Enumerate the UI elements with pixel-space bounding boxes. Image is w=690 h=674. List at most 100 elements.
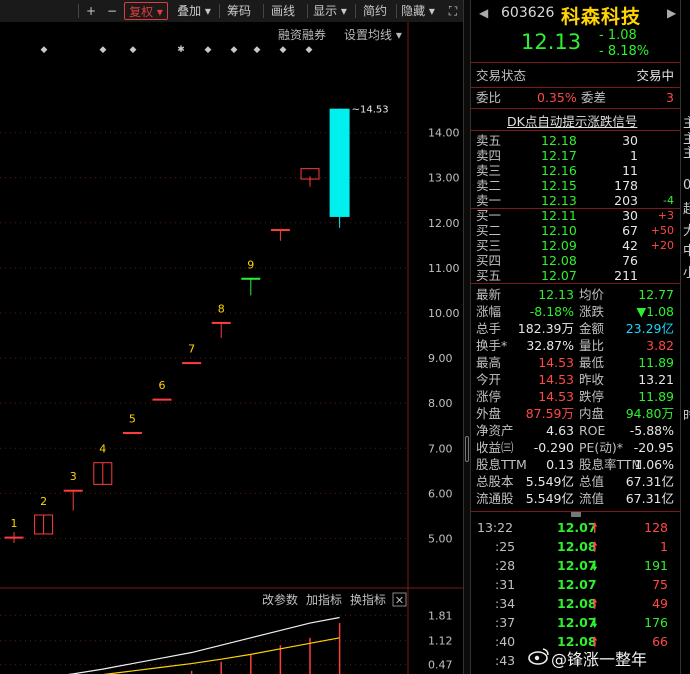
stat-label: 涨幅 xyxy=(476,304,502,319)
arrow-up-icon: 🠕 xyxy=(592,596,598,611)
edge-glyph: 时 xyxy=(683,405,690,424)
toolbar-divider xyxy=(78,4,79,18)
stat-value: 13.21 xyxy=(638,372,674,387)
order-price: 12.11 xyxy=(541,208,577,223)
order-price: 12.09 xyxy=(541,238,577,253)
stat-label: 流通股 xyxy=(476,491,514,506)
order-ratio-label: 委比 xyxy=(476,90,502,105)
indicator-link-2[interactable]: 换指标 xyxy=(350,592,386,607)
chips-button[interactable]: 筹码 xyxy=(222,2,256,20)
order-book-row[interactable]: 卖三 12.16 11 xyxy=(471,163,680,178)
order-book-row[interactable]: 卖二 12.15 178 xyxy=(471,178,680,193)
stat-row: 涨停 14.53 跌停 11.89 xyxy=(471,388,680,405)
prev-stock-icon[interactable]: ◀ xyxy=(479,6,488,20)
order-book-row[interactable]: 卖一 12.13 203 -4 xyxy=(471,193,680,208)
tick-time: :40 xyxy=(495,634,516,649)
simple-mode-button[interactable]: 简约 xyxy=(358,2,392,20)
stat-row: 收益㈢ -0.290 PE(动)* -20.95 xyxy=(471,439,680,456)
event-marker-icon: ◆ xyxy=(130,45,137,55)
close-icon[interactable]: ✕ xyxy=(395,594,404,607)
order-book-row[interactable]: 买四 12.08 76 xyxy=(471,253,680,268)
kline-chart-area[interactable]: 融资融券 设置均线 ▾ 14.00 13.00 12.00 11.00 10.00 9.0… xyxy=(0,22,468,674)
display-dropdown[interactable]: 显示 ▾ xyxy=(310,2,350,20)
fuquan-dropdown[interactable]: 复权 ▾ xyxy=(124,2,168,20)
stat-value: 23.29亿 xyxy=(625,321,674,336)
zoom-in-button[interactable]: + xyxy=(82,2,100,20)
order-volume: 76 xyxy=(622,253,638,268)
stat-value: 94.80万 xyxy=(625,406,674,421)
order-book-row[interactable]: 卖四 12.17 1 xyxy=(471,148,680,163)
stat-label: 股息TTM xyxy=(476,457,527,472)
dk-signal-link[interactable]: DK点自动提示涨跌信号 xyxy=(507,111,637,130)
order-level-label: 买三 xyxy=(476,238,502,253)
stat-label: 跌停 xyxy=(579,389,605,404)
tick-row: :37 12.07 🠗 176 xyxy=(471,614,680,631)
stat-value: 3.82 xyxy=(646,338,674,353)
hide-dropdown[interactable]: 隐藏 ▾ xyxy=(398,2,438,20)
stat-row: 最新 12.13 均价 12.77 xyxy=(471,286,680,303)
candle-count-label: 5 xyxy=(129,412,136,425)
indicator-tick-label: 1.81 xyxy=(428,609,453,622)
price-tick-label: 12.00 xyxy=(428,217,460,230)
divider xyxy=(471,283,680,284)
divider xyxy=(471,108,680,109)
order-price: 12.18 xyxy=(541,133,577,148)
toolbar-divider xyxy=(263,4,264,18)
trading-status-label: 交易状态 xyxy=(476,68,527,83)
stat-label: 总值 xyxy=(579,474,605,489)
price-tick-label: 10.00 xyxy=(428,307,460,320)
stat-value: 0.13 xyxy=(546,457,574,472)
tick-price: 12.07 xyxy=(557,577,597,592)
toolbar-divider xyxy=(219,4,220,18)
candle-body xyxy=(152,398,172,401)
expand-icon[interactable]: ⛶ xyxy=(444,2,462,20)
order-level-label: 卖五 xyxy=(476,133,502,148)
scroll-grip-icon[interactable] xyxy=(571,512,581,517)
order-book-row[interactable]: 卖五 12.18 30 xyxy=(471,133,680,148)
overlay-dropdown[interactable]: 叠加 ▾ xyxy=(172,2,216,20)
order-level-label: 买五 xyxy=(476,268,502,283)
toolbar-divider xyxy=(307,4,308,18)
stat-label: 金额 xyxy=(579,321,605,336)
indicator-link-0[interactable]: 改参数 xyxy=(262,592,298,607)
order-level-label: 买四 xyxy=(476,253,502,268)
order-book-row[interactable]: 买一 12.11 30 +3 xyxy=(471,208,680,223)
tick-price: 12.07 xyxy=(557,520,597,535)
stat-label: 涨停 xyxy=(476,389,502,404)
order-book-row[interactable]: 买二 12.10 67 +50 xyxy=(471,223,680,238)
draw-line-button[interactable]: 画线 xyxy=(266,2,300,20)
event-marker-icon: ◆ xyxy=(100,45,107,55)
order-volume-delta: +20 xyxy=(650,239,674,252)
panel-splitter[interactable] xyxy=(463,0,471,674)
zoom-out-button[interactable]: − xyxy=(103,2,121,20)
order-book-row[interactable]: 买三 12.09 42 +20 xyxy=(471,238,680,253)
order-price: 12.15 xyxy=(541,178,577,193)
stat-label: 最新 xyxy=(476,287,502,302)
stat-value: 14.53 xyxy=(538,389,574,404)
tick-volume: 66 xyxy=(652,634,668,649)
candle-count-label: 3 xyxy=(70,470,77,483)
stat-label: 总股本 xyxy=(476,474,514,489)
candle-count-label: 7 xyxy=(188,343,195,356)
quote-panel: ◀ 603626 科森科技 ▶ 12.13 - 1.08 - 8.18% 交易状… xyxy=(471,0,680,674)
splitter-handle[interactable] xyxy=(465,436,469,462)
indicator-link-1[interactable]: 加指标 xyxy=(306,592,342,607)
candle-body xyxy=(122,431,142,434)
indicator-tick-label: 0.47 xyxy=(428,659,453,672)
next-stock-icon[interactable]: ▶ xyxy=(667,6,676,20)
tick-price: 12.07 xyxy=(557,558,597,573)
order-book-row[interactable]: 买五 12.07 211 xyxy=(471,268,680,283)
price-tick-label: 7.00 xyxy=(428,442,453,455)
candle-body xyxy=(329,108,350,217)
stat-value: 182.39万 xyxy=(517,321,574,336)
order-volume-delta: +50 xyxy=(650,224,674,237)
stat-label: ROE xyxy=(579,423,606,438)
event-marker-icon: ◆ xyxy=(306,45,313,55)
indicator-tick-label: 1.12 xyxy=(428,635,453,648)
arrow-down-icon: 🠗 xyxy=(592,558,598,573)
stock-code: 603626 xyxy=(501,5,555,21)
candle-count-label: 1 xyxy=(11,517,18,530)
stat-label: 股息率TTM xyxy=(579,457,643,472)
stat-label: 外盘 xyxy=(476,406,502,421)
order-volume: 30 xyxy=(622,208,638,223)
